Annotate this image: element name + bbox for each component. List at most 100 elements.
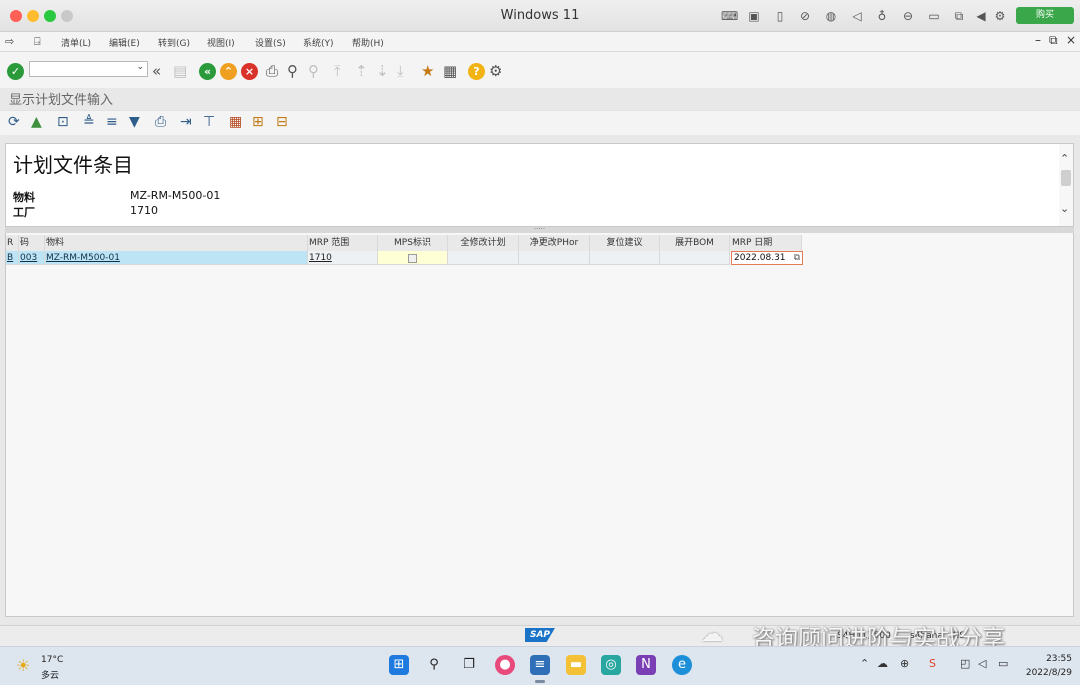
meeting-icon[interactable]: ◎ (601, 655, 621, 675)
layout-menu-icon[interactable]: ⍈ (34, 35, 41, 49)
edge-icon[interactable]: e (672, 655, 692, 675)
close-icon[interactable]: × (1066, 33, 1076, 47)
export-icon[interactable]: ⇥ (180, 114, 192, 131)
chevron-up-icon[interactable]: ⌃ (860, 657, 869, 670)
col-header-explode-bom[interactable]: 展开BOM (660, 235, 730, 251)
sort-ascending-icon[interactable]: ≜ (83, 114, 95, 131)
input-method-icon[interactable]: S (929, 657, 936, 670)
subtotal-icon[interactable]: ⊤ (203, 114, 215, 131)
globe-icon[interactable]: ◍ (823, 8, 839, 24)
cell-full-regen[interactable] (448, 251, 519, 265)
layout-icon[interactable]: ▦ (229, 114, 242, 131)
clock-date[interactable]: 2022/8/29 (1012, 668, 1072, 678)
menu-help[interactable]: 帮助(H) (352, 36, 384, 49)
find-next-icon[interactable]: ⚲ (308, 62, 319, 80)
sort-descending-icon[interactable]: ≡ (106, 114, 118, 131)
usb-icon[interactable]: ▯ (772, 8, 788, 24)
header-scrollbar[interactable]: ⌃ ⌄ (1059, 144, 1073, 226)
col-header-mrp-area[interactable]: MRP 范围 (308, 235, 378, 251)
next-page-icon[interactable]: ⇣ (376, 62, 389, 80)
menu-view[interactable]: 视图(I) (207, 36, 235, 49)
refresh-icon[interactable]: ⟳ (8, 114, 20, 131)
zoom-window-button[interactable] (44, 10, 56, 22)
weather-temperature[interactable]: 17°C (41, 655, 63, 665)
arrow-left-icon[interactable]: ◀ (973, 8, 989, 24)
onenote-icon[interactable]: N (636, 655, 656, 675)
menu-list[interactable]: 清单(L) (61, 36, 91, 49)
extra-window-button[interactable] (61, 10, 73, 22)
sap-logon-icon[interactable]: ≡ (530, 655, 550, 675)
col-header-code[interactable]: 码 (19, 235, 45, 251)
col-header-net-change[interactable]: 净更改PHor (519, 235, 590, 251)
filter-icon[interactable]: ▼ (129, 114, 140, 131)
double-left-icon[interactable]: « (152, 62, 161, 80)
weather-icon[interactable]: ☀ (16, 656, 30, 675)
exit-icon[interactable]: ⌃ (220, 63, 237, 80)
cell-explode-bom[interactable] (660, 251, 730, 265)
enter-check-icon[interactable]: ✓ (7, 63, 24, 80)
find-icon[interactable]: ⚲ (287, 62, 298, 80)
help-icon[interactable]: ? (468, 63, 485, 80)
col-header-r[interactable]: R (6, 235, 19, 251)
network-off-icon[interactable]: ⊘ (797, 8, 813, 24)
value-help-icon[interactable]: ⧉ (794, 252, 800, 264)
col-header-reset-proposal[interactable]: 复位建议 (590, 235, 660, 251)
file-explorer-icon[interactable]: ▬ (566, 655, 586, 675)
menu-system[interactable]: 系统(Y) (303, 36, 334, 49)
mps-checkbox[interactable] (408, 254, 417, 263)
battery-icon[interactable]: ▭ (998, 657, 1008, 670)
speaker-icon[interactable]: ◁ (849, 8, 865, 24)
volume-icon[interactable]: ◁ (978, 657, 986, 670)
mrp-date-input[interactable]: 2022.08.31 ⧉ (731, 251, 803, 265)
cloud-icon[interactable]: ☁ (877, 657, 888, 670)
cpu-icon[interactable]: ▣ (746, 8, 762, 24)
print-icon[interactable]: ⎙ (266, 62, 278, 80)
menu-edit[interactable]: 编辑(E) (109, 36, 140, 49)
details-icon[interactable]: ⊡ (57, 114, 69, 131)
microphone-icon[interactable]: ♁ (874, 8, 890, 24)
weather-condition[interactable]: 多云 (41, 668, 59, 681)
close-window-button[interactable] (10, 10, 22, 22)
cell-reset-proposal[interactable] (590, 251, 660, 265)
start-icon[interactable]: ⊞ (389, 655, 409, 675)
gear-icon[interactable]: ⚙ (992, 8, 1008, 24)
new-session-icon[interactable]: ★ (421, 62, 434, 80)
cell-code[interactable]: 003 (19, 251, 45, 265)
search-icon[interactable]: ⚲ (424, 655, 444, 675)
first-page-icon[interactable]: ⤒ (334, 62, 341, 80)
menu-goto[interactable]: 转到(G) (158, 36, 190, 49)
command-field[interactable]: ⌄ (29, 61, 148, 77)
cell-material[interactable]: MZ-RM-M500-01 (45, 251, 308, 265)
scroll-down-icon[interactable]: ⌄ (1060, 202, 1069, 215)
prev-page-icon[interactable]: ⇡ (355, 62, 368, 80)
screen-share-icon[interactable]: ⧉ (951, 8, 967, 24)
col-header-material[interactable]: 物料 (45, 235, 308, 251)
chrome-icon[interactable]: ● (495, 655, 515, 675)
drive-icon[interactable]: ⊖ (900, 8, 916, 24)
col-header-full-regen[interactable]: 全修改计划 (448, 235, 519, 251)
last-page-icon[interactable]: ⤓ (397, 62, 404, 80)
print-preview-icon[interactable]: ⎙ (155, 114, 166, 131)
camera-icon[interactable]: ▭ (926, 8, 942, 24)
buy-button[interactable]: 购买 (1016, 7, 1074, 24)
cell-r[interactable]: B (6, 251, 19, 265)
minimize-icon[interactable]: – (1035, 33, 1041, 47)
cell-mrp-area[interactable]: 1710 (308, 251, 378, 265)
save-layout-icon[interactable]: ⊟ (276, 114, 288, 131)
sap-menu-icon[interactable]: ⇨ (5, 35, 14, 48)
picture-icon[interactable]: ▲ (31, 114, 42, 131)
minimize-window-button[interactable] (27, 10, 39, 22)
menu-settings[interactable]: 设置(S) (255, 36, 286, 49)
chevron-down-icon[interactable]: ⌄ (136, 62, 144, 72)
settings-icon[interactable]: ⚙ (489, 62, 502, 80)
scroll-thumb[interactable] (1061, 170, 1071, 186)
clock-time[interactable]: 23:55 (1022, 654, 1072, 664)
scroll-up-icon[interactable]: ⌃ (1060, 152, 1069, 165)
shortcut-icon[interactable]: ▦ (443, 62, 457, 80)
network-icon[interactable]: ⊕ (900, 657, 909, 670)
task-view-icon[interactable]: ❐ (459, 655, 479, 675)
save-icon[interactable]: ▤ (173, 62, 187, 80)
col-header-mrp-date[interactable]: MRP 日期 (730, 235, 802, 251)
col-header-mps[interactable]: MPS标识 (378, 235, 448, 251)
restore-icon[interactable]: ⧉ (1049, 33, 1058, 48)
